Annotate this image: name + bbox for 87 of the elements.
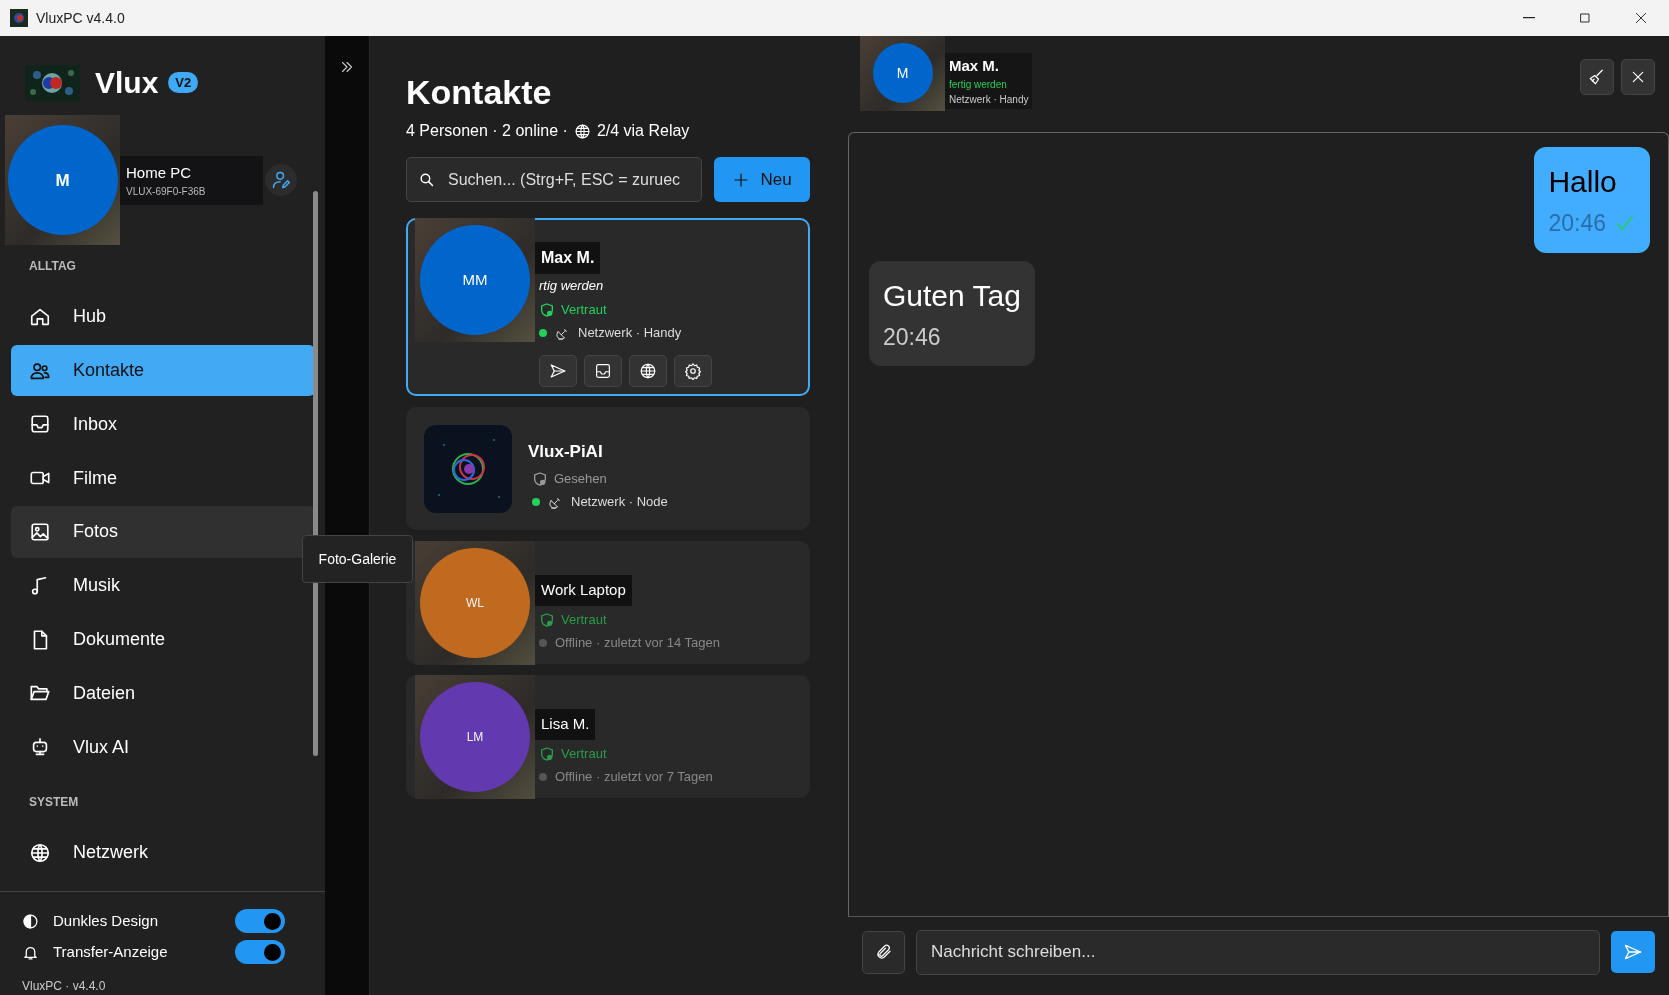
message-time: 20:46 [1548,209,1606,238]
section-heading: SYSTEM [28,794,79,812]
contact-card[interactable]: Vlux-PiAI Gesehen Netzwerk · Node [406,407,810,531]
close-chat-button[interactable] [1621,59,1655,95]
message-text: Hallo [1548,164,1617,200]
close-icon [1633,10,1649,26]
brand-name: Vlux [95,65,159,102]
inbox-button[interactable] [584,354,622,387]
presence-text: Netzwerk · Handy [578,324,682,343]
nav-item[interactable]: Netzwerk [11,827,315,879]
nav-item[interactable]: Dokumente [11,613,315,666]
contact-summary: 4 Personen · 2 online · [406,121,568,142]
avatar[interactable]: M [5,115,120,246]
paperclip-icon [874,943,893,961]
nav-item[interactable]: Fotos [11,506,315,558]
contact-name: Lisa M. [535,709,596,740]
avatar-initial: M [896,63,909,83]
search-icon [418,171,435,189]
nav-item[interactable]: Hub [11,291,315,343]
avatar-initials: WL [466,595,484,613]
version-text: VluxPC · v4.4.0 [22,977,106,995]
contact-name: Max M. [535,242,601,275]
send-icon [1623,942,1643,962]
minimize-icon [1523,17,1535,19]
presence-text: Netzwerk · Node [571,493,668,512]
network-button[interactable] [629,354,667,387]
chat-contact-presence: Netzwerk · Handy [949,93,1029,108]
chat-contact-name: Max M. [949,55,999,76]
tooltip: Foto-Galerie [302,535,413,583]
settings-icon [684,361,702,380]
logo-icon [25,64,80,101]
presence-text: Offline · zuletzt vor 7 Tagen [555,768,713,787]
attach-button[interactable] [862,930,905,974]
trust-label: Vertraut [561,744,607,763]
page-title: Kontakte [406,74,552,112]
avatar-initials: MM [462,270,488,291]
presence-text: Offline · zuletzt vor 14 Tagen [555,634,720,653]
close-icon [1630,69,1646,85]
section-heading: ALLTAG [28,258,76,276]
trust-label: Vertraut [561,610,607,629]
contact-name: Work Laptop [535,575,632,606]
globe-icon [573,122,591,140]
trust-label: Gesehen [554,469,607,488]
nav-item[interactable]: Filme [11,452,315,504]
device-name: Home PC [126,162,193,183]
broom-icon [1588,68,1606,86]
inbox-icon [594,361,612,380]
version-badge: V2 [168,72,199,94]
message-time: 20:46 [883,322,941,352]
globe-icon [29,841,51,864]
contact-name: Vlux-PiAI [528,441,603,464]
clear-chat-button[interactable] [1580,59,1614,95]
toggle-switch[interactable] [235,909,285,934]
contact-card[interactable]: WL Work Laptop Vertraut Offline · zuletzt vor 14 Tagen [406,541,810,665]
send-icon [549,361,567,380]
settings-button[interactable] [674,354,712,387]
inbox-icon [29,413,51,436]
nav-item[interactable]: Kontakte [11,345,315,397]
nav-item[interactable]: Vlux AI [11,721,315,773]
maximize-icon [1577,10,1593,26]
setting-label: Transfer-Anzeige [53,942,168,963]
trust-label: Vertraut [561,300,607,319]
avatar-initials: LM [466,729,484,747]
avatar-initial: M [55,169,70,192]
relay-count: 2/4 via Relay [596,121,690,142]
setting-label: Dunkles Design [53,911,159,932]
user-edit-icon [271,170,291,191]
new-contact-button[interactable]: Neu [714,157,810,203]
image-icon [29,521,51,543]
device-id: VLUX-69F0-F36B [126,185,207,200]
contrast-icon [22,912,39,930]
contact-card[interactable]: MM Max M. rtig werden Vertraut Netzwerk · Handy [406,218,810,397]
message-text: Guten Tag [883,277,1021,314]
search-field[interactable]: Suchen... (Strg+F, ESC = zuruec [406,157,702,203]
send-button[interactable] [539,354,577,387]
nav-item[interactable]: Dateien [11,667,315,719]
message-input[interactable]: Nachricht schreiben... [916,929,1600,975]
window-title: VluxPC v4.4.0 [36,8,125,28]
contact-card[interactable]: LM Lisa M. Vertraut Offline · zuletzt vor 7 Tagen [406,675,810,799]
contact-status: rtig werden [538,277,604,296]
app-icon [10,9,28,27]
toggle-switch[interactable] [235,940,285,965]
nav-item[interactable]: Inbox [11,398,315,451]
chat-contact-status: fertig werden [949,78,1007,93]
globe-icon [639,361,657,380]
send-message-button[interactable] [1611,931,1655,973]
edit-profile-button[interactable] [265,164,297,197]
